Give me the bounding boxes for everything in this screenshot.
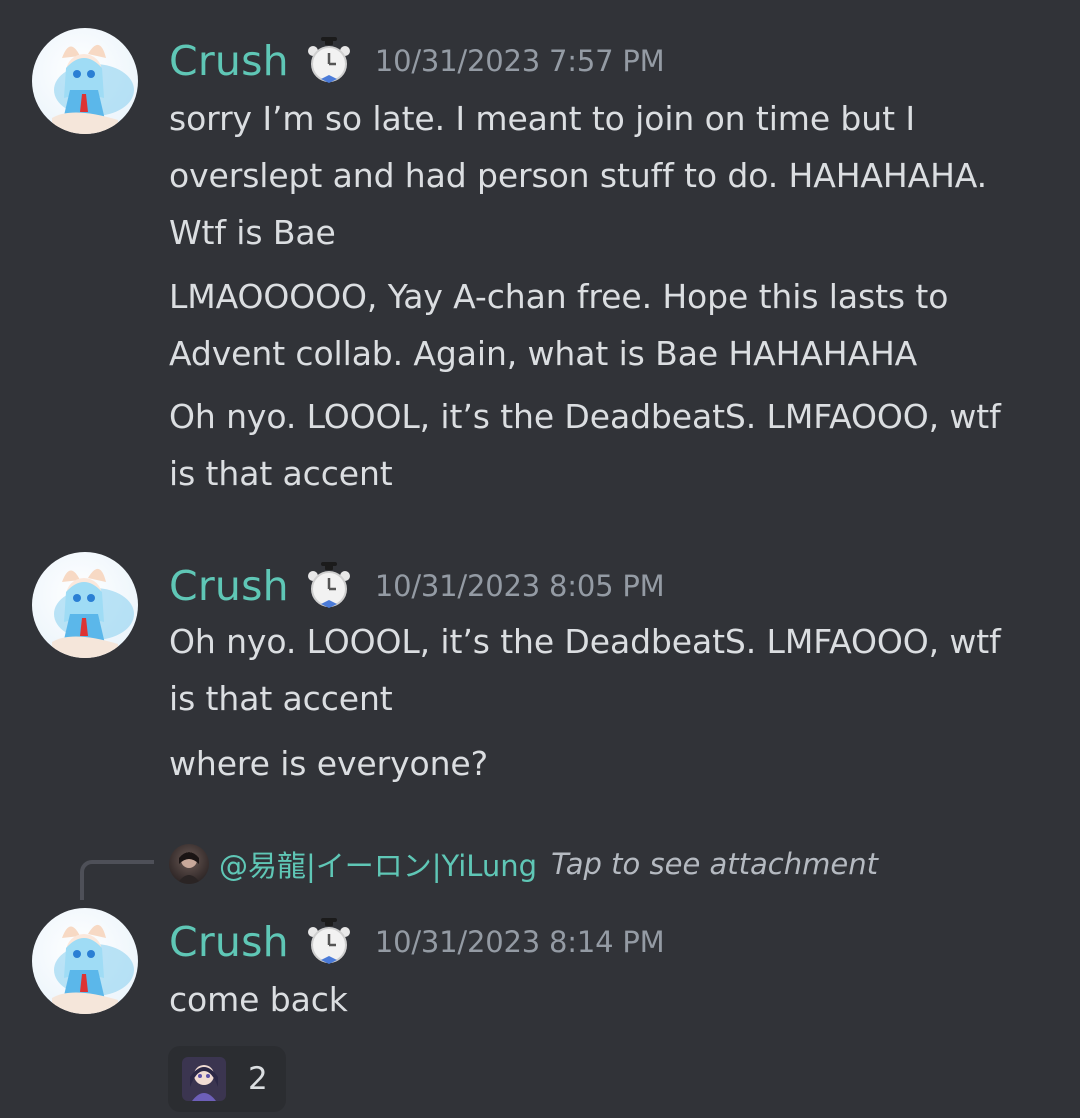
timestamp: 10/31/2023 7:57 PM — [374, 44, 665, 78]
custom-character-emoji-icon — [182, 1057, 226, 1101]
reply-username[interactable]: @易龍|イーロン|YiLung — [219, 843, 537, 885]
message-header: Crush 10/31/2023 8:05 PM — [169, 558, 665, 614]
message-header: Crush 10/31/2023 7:57 PM — [169, 33, 665, 89]
username[interactable]: Crush — [169, 37, 289, 85]
user-avatar[interactable] — [32, 28, 138, 134]
message-line: Oh nyo. LOOOL, it’s the DeadbeatS. LMFAO… — [169, 397, 1001, 436]
message-line: is that accent — [169, 679, 393, 718]
message-header: Crush 10/31/2023 8:14 PM — [169, 914, 665, 970]
timestamp: 10/31/2023 8:14 PM — [374, 925, 665, 959]
user-avatar[interactable] — [32, 908, 138, 1014]
message-line: sorry I’m so late. I meant to join on ti… — [169, 99, 915, 138]
reply-preview-text[interactable]: Tap to see attachment — [551, 847, 878, 881]
message-line: Oh nyo. LOOOL, it’s the DeadbeatS. LMFAO… — [169, 622, 1001, 661]
message-content[interactable]: come back — [169, 971, 1059, 1028]
stopwatch-badge-icon — [305, 562, 353, 610]
message-content[interactable]: Oh nyo. LOOOL, it’s the DeadbeatS. LMFAO… — [169, 388, 1059, 502]
message-content[interactable]: LMAOOOOO, Yay A-chan free. Hope this las… — [169, 268, 1059, 382]
message-content[interactable]: Oh nyo. LOOOL, it’s the DeadbeatS. LMFAO… — [169, 613, 1059, 727]
stopwatch-badge-icon — [305, 918, 353, 966]
reaction-count: 2 — [248, 1061, 268, 1097]
message-line: where is everyone? — [169, 744, 489, 783]
message-line: Advent collab. Again, what is Bae HAHAHA… — [169, 334, 918, 373]
message-line: is that accent — [169, 454, 393, 493]
username[interactable]: Crush — [169, 562, 289, 610]
message-content[interactable]: sorry I’m so late. I meant to join on ti… — [169, 90, 1059, 261]
reply-avatar — [169, 844, 209, 884]
timestamp: 10/31/2023 8:05 PM — [374, 569, 665, 603]
reply-reference[interactable]: @易龍|イーロン|YiLung Tap to see attachment — [169, 842, 878, 886]
message-line: overslept and had person stuff to do. HA… — [169, 156, 988, 195]
reaction-button[interactable]: 2 — [168, 1046, 286, 1112]
reply-connector — [80, 860, 154, 900]
username[interactable]: Crush — [169, 918, 289, 966]
message-line: Wtf is Bae — [169, 213, 336, 252]
message-content[interactable]: where is everyone? — [169, 735, 1059, 792]
message-line: LMAOOOOO, Yay A-chan free. Hope this las… — [169, 277, 949, 316]
stopwatch-badge-icon — [305, 37, 353, 85]
user-avatar[interactable] — [32, 552, 138, 658]
message-line: come back — [169, 980, 348, 1019]
